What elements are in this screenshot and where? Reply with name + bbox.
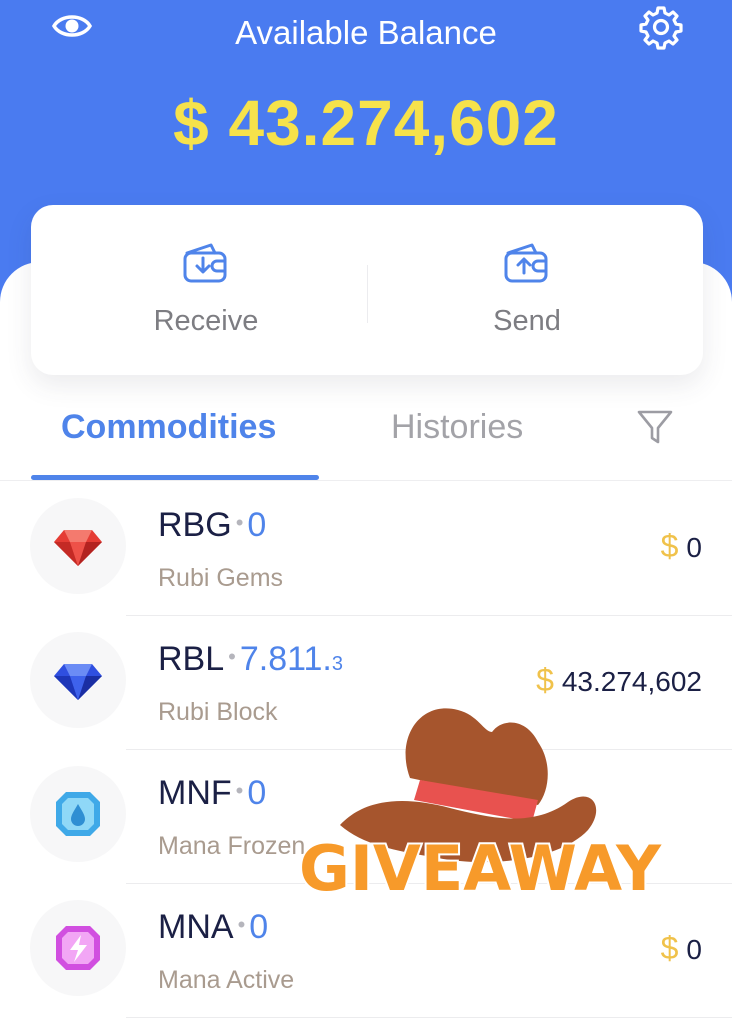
action-card: Receive Send xyxy=(31,205,703,375)
filter-icon[interactable] xyxy=(636,408,674,448)
active-mana-icon xyxy=(56,926,100,970)
asset-icon-container xyxy=(30,900,126,996)
asset-row-rbg[interactable]: RBG • 0 Rubi Gems $0 xyxy=(0,482,732,616)
asset-icon-container xyxy=(30,766,126,862)
giveaway-sticker: GIVEAWAY xyxy=(270,700,690,910)
row-divider xyxy=(126,1017,732,1018)
send-label: Send xyxy=(493,305,561,337)
asset-symbol: MNA • 0 xyxy=(158,908,269,946)
asset-name: Rubi Block xyxy=(158,698,278,726)
asset-symbol: MNF • 0 xyxy=(158,774,267,812)
frozen-mana-icon xyxy=(56,792,100,836)
gear-icon[interactable] xyxy=(638,4,684,50)
tab-bar-divider xyxy=(0,480,732,481)
active-tab-indicator xyxy=(31,475,319,480)
send-button[interactable]: Send xyxy=(352,205,688,375)
blue-gem-icon xyxy=(54,664,102,700)
asset-usd-value: $0 xyxy=(660,930,702,966)
receive-button[interactable]: Receive xyxy=(31,205,367,375)
asset-icon-container xyxy=(30,498,126,594)
asset-name: Rubi Gems xyxy=(158,564,284,592)
asset-icon-container xyxy=(30,632,126,728)
tab-commodities[interactable]: Commodities xyxy=(61,408,276,447)
asset-symbol: RBG • 0 xyxy=(158,506,267,544)
giveaway-text: GIVEAWAY xyxy=(299,832,662,905)
tab-histories[interactable]: Histories xyxy=(391,408,523,447)
wallet-send-icon xyxy=(504,243,548,283)
asset-usd-value: $0 xyxy=(660,528,702,564)
balance-amount: $ 43.274,602 xyxy=(173,87,559,159)
wallet-receive-icon xyxy=(183,243,227,283)
red-gem-icon xyxy=(54,530,102,566)
asset-usd-value: $43.274,602 xyxy=(536,662,702,698)
balance-title: Available Balance xyxy=(235,14,497,51)
asset-name: Mana Active xyxy=(158,966,295,994)
receive-label: Receive xyxy=(153,305,259,337)
asset-symbol: RBL • 7.811.3 xyxy=(158,640,343,678)
